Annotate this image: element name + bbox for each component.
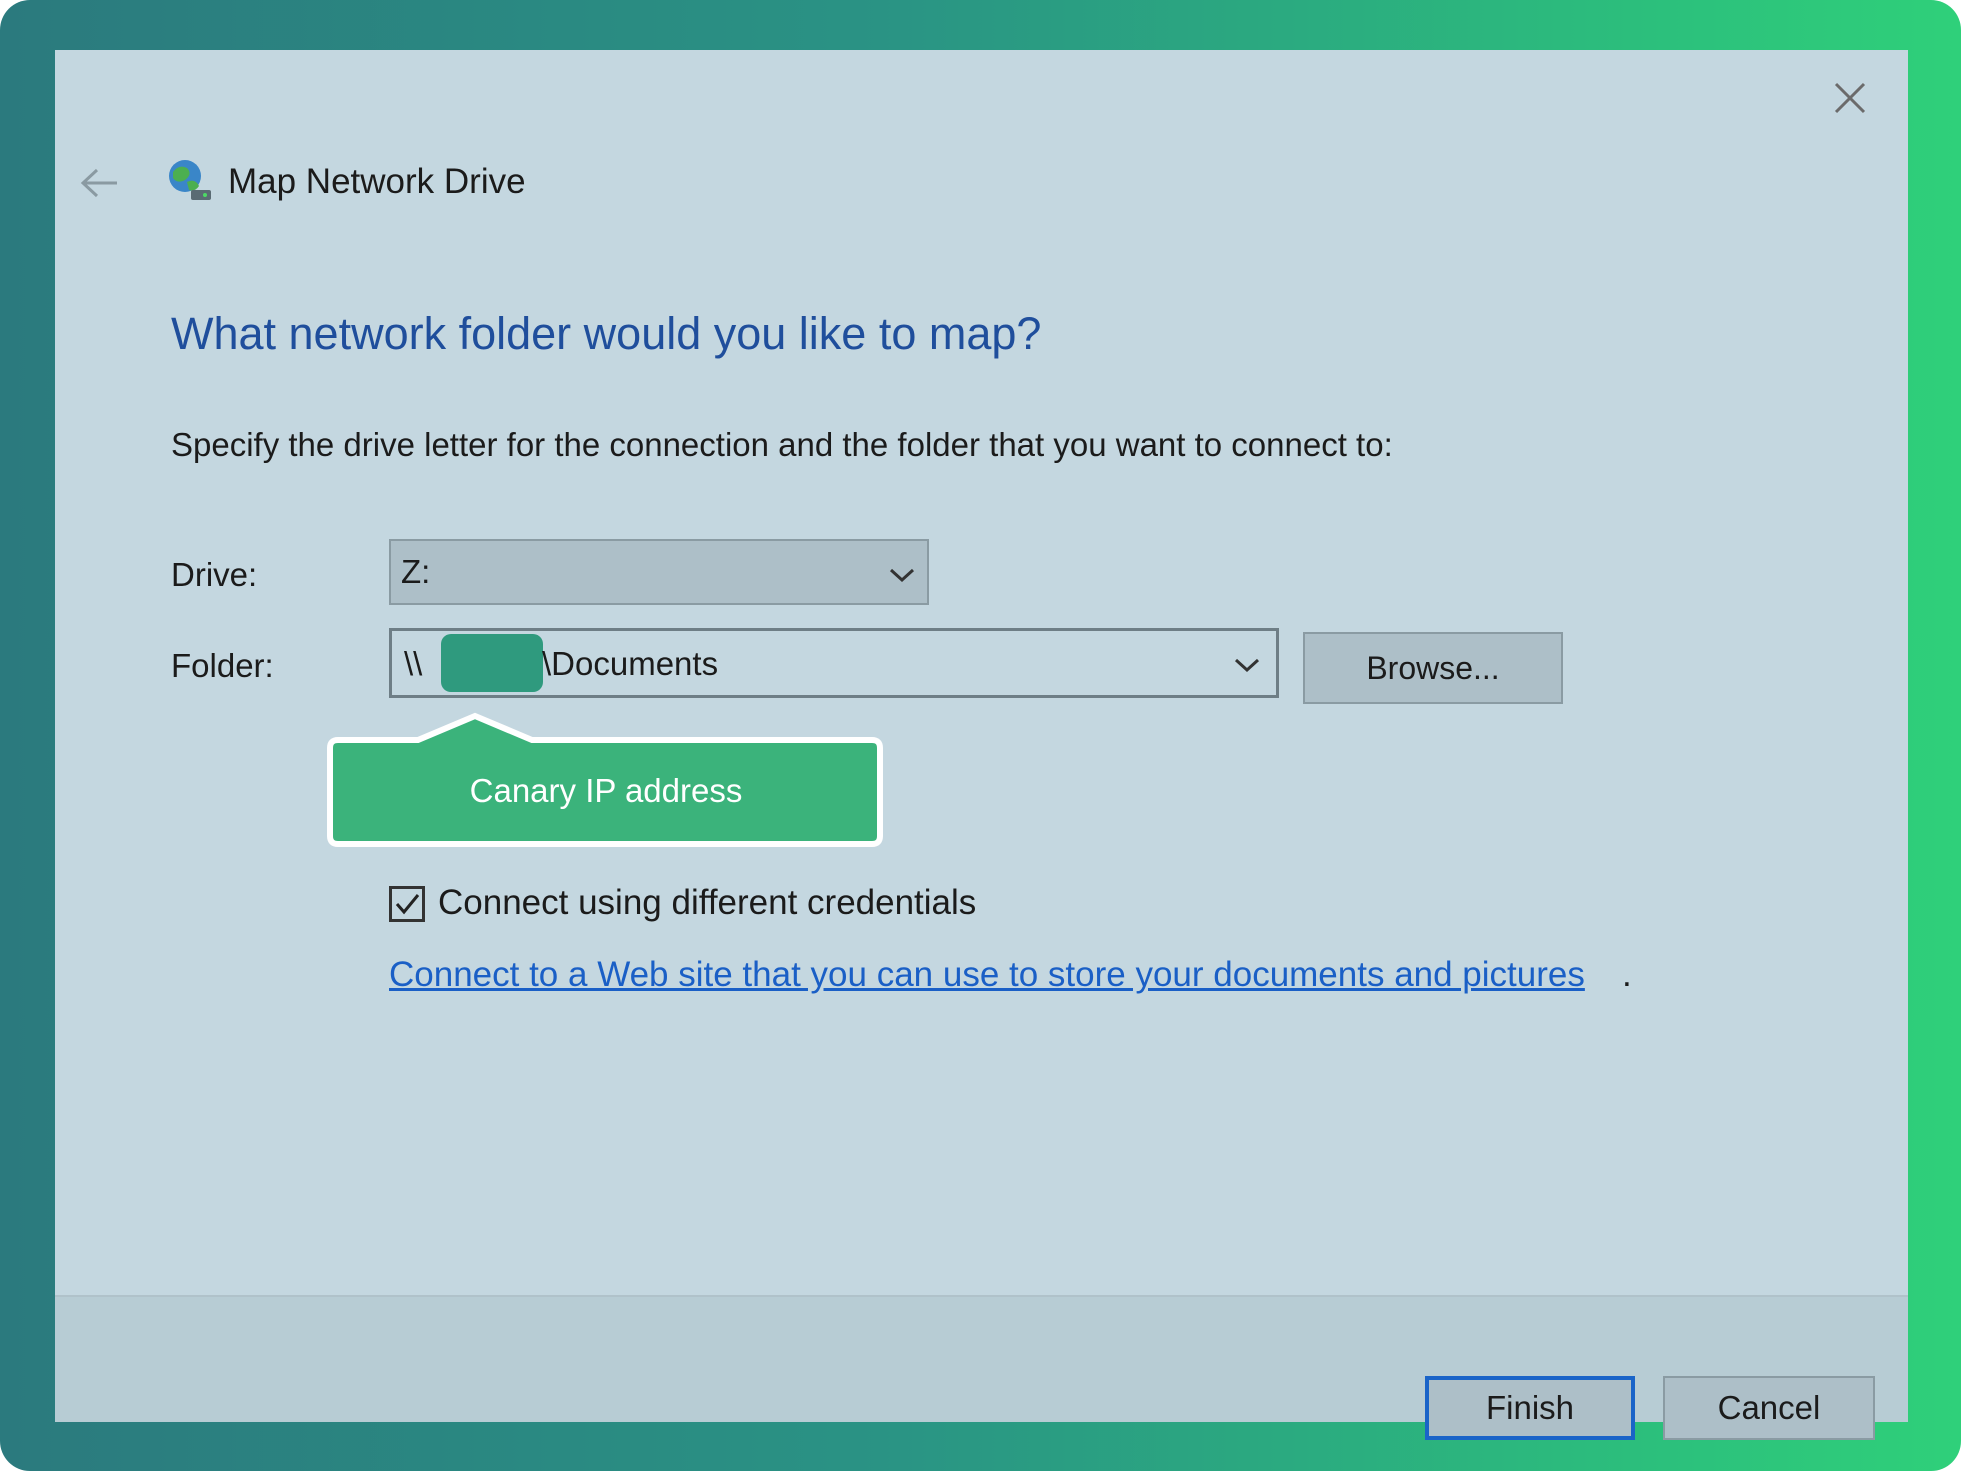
link-suffix: . (1622, 955, 1632, 994)
map-network-drive-dialog: Map Network Drive What network folder wo… (55, 50, 1908, 1440)
gradient-frame: Map Network Drive What network folder wo… (0, 0, 1961, 1471)
drive-label: Drive: (171, 556, 258, 593)
redacted-ip-block (441, 634, 543, 692)
callout-tooltip: Canary IP address (327, 712, 883, 848)
credentials-label[interactable]: Connect using different credentials (438, 883, 976, 923)
cancel-button[interactable]: Cancel (1663, 1376, 1875, 1440)
close-icon[interactable] (1830, 78, 1870, 118)
dialog-footer: Finish Cancel (55, 1295, 1908, 1440)
finish-button[interactable]: Finish (1425, 1376, 1635, 1440)
drive-select[interactable]: Z: (389, 539, 929, 605)
browse-button[interactable]: Browse... (1303, 632, 1563, 704)
credentials-checkbox[interactable] (389, 886, 425, 922)
checkmark-icon (395, 894, 420, 915)
page-heading: What network folder would you like to ma… (171, 308, 1042, 359)
window-title: Map Network Drive (228, 162, 526, 201)
folder-path-suffix: \Documents (542, 645, 719, 682)
network-drive-icon (165, 156, 215, 206)
back-arrow-icon[interactable] (77, 165, 121, 201)
callout-text: Canary IP address (469, 772, 743, 809)
chevron-down-icon[interactable] (1232, 655, 1262, 675)
drive-value: Z: (401, 553, 431, 590)
web-site-link[interactable]: Connect to a Web site that you can use t… (389, 955, 1585, 995)
chevron-down-icon (889, 568, 915, 583)
folder-input[interactable]: \\ \Documents (389, 628, 1279, 698)
instructions-text: Specify the drive letter for the connect… (171, 426, 1393, 463)
folder-label: Folder: (171, 647, 274, 684)
folder-path-prefix: \\ (404, 645, 423, 682)
